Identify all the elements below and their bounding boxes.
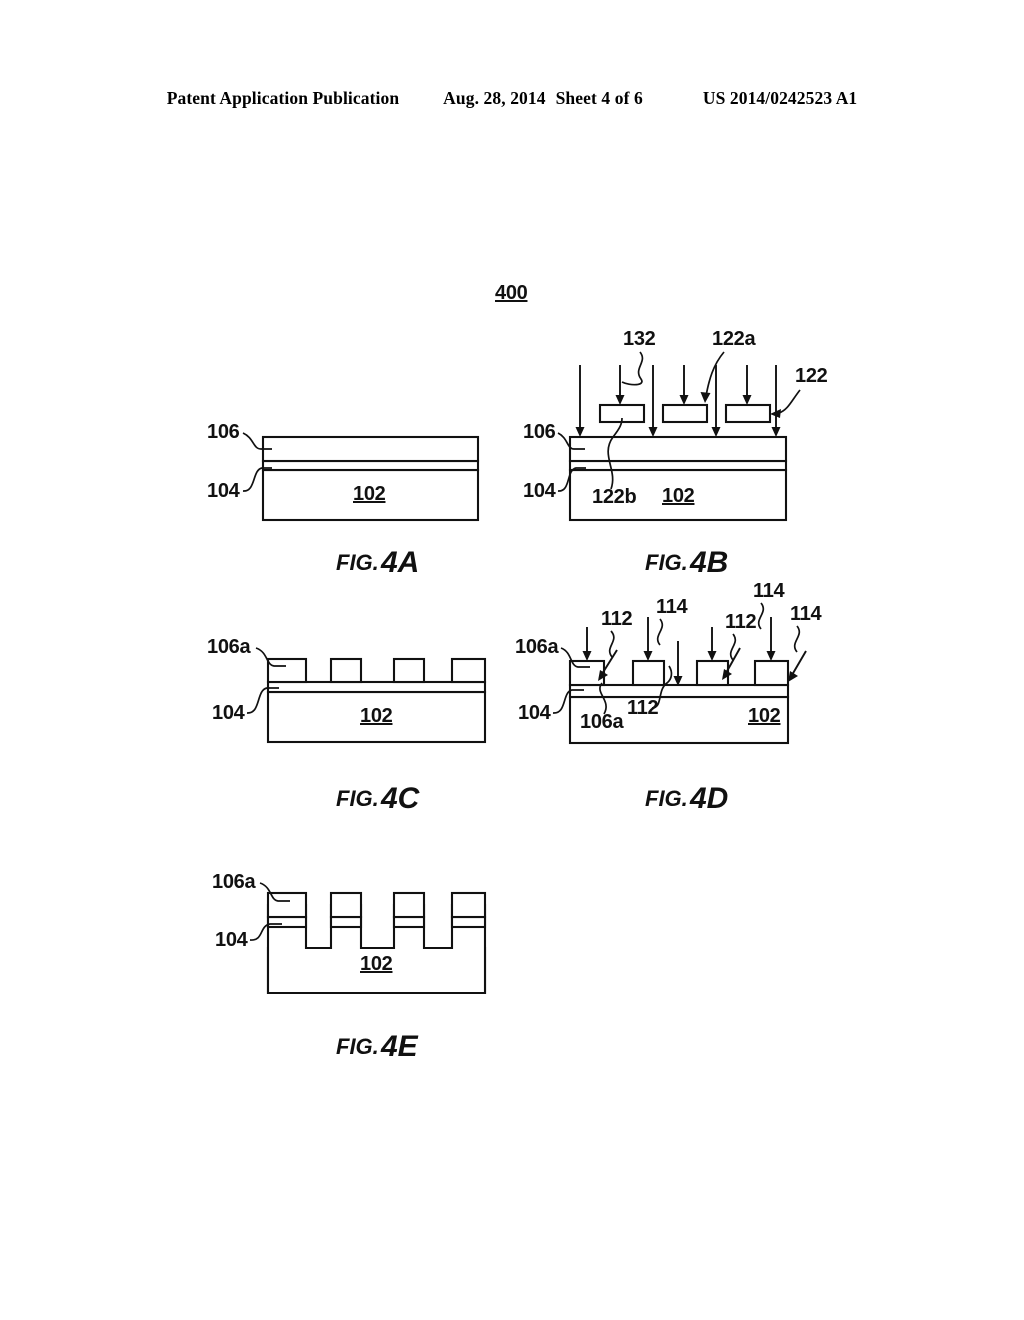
fig4c-block-4 bbox=[450, 657, 487, 684]
fig4b-arrowhead-long-3 bbox=[711, 427, 721, 437]
figure-4e: 102 106a 104 FIG. 4E bbox=[212, 871, 487, 1063]
fig4b-arrowhead-short-2 bbox=[679, 395, 689, 405]
fig4d-label-104: 104 bbox=[518, 702, 552, 724]
fig4d-label-114-a: 114 bbox=[656, 596, 689, 618]
fig4b-label-122: 122 bbox=[795, 365, 828, 387]
fig4d-label-106a-inner: 106a bbox=[580, 711, 624, 733]
drawing-svg: 400 102 106 104 FIG. 4A 102 132 122a 122… bbox=[207, 282, 828, 1063]
drawing-area: 400 102 106 104 FIG. 4A 102 132 122a 122… bbox=[0, 0, 1024, 1320]
fig4b-arrowhead-short-1 bbox=[615, 395, 625, 405]
fig4c-label-104: 104 bbox=[212, 702, 246, 724]
fig4b-mask-feature-3 bbox=[724, 403, 772, 424]
fig4b-label-102: 102 bbox=[662, 485, 695, 507]
fig4e-layer-104-pillar-1 bbox=[266, 915, 308, 929]
fig4a-caption-prefix: FIG. bbox=[336, 550, 379, 575]
fig4d-label-114-c: 114 bbox=[790, 603, 823, 625]
fig4e-caption-number: 4E bbox=[380, 1030, 419, 1063]
fig4c-caption-prefix: FIG. bbox=[336, 786, 379, 811]
fig4b-arrowhead-long-2 bbox=[648, 427, 658, 437]
fig4e-cap-106a-1 bbox=[266, 891, 308, 919]
fig4d-label-106a: 106a bbox=[515, 636, 559, 658]
fig4e-cap-106a-4 bbox=[450, 891, 487, 919]
fig4e-cap-106a-2 bbox=[329, 891, 363, 919]
fig4d-label-114-b: 114 bbox=[753, 580, 786, 602]
fig4a-layer-104 bbox=[261, 459, 480, 472]
fig4a-label-104: 104 bbox=[207, 480, 241, 502]
fig4b-label-104: 104 bbox=[523, 480, 557, 502]
figure-4d: 102 112 114 114 112 114 106a 112 106a 10… bbox=[515, 580, 823, 815]
fig4e-label-102: 102 bbox=[360, 953, 393, 975]
fig4d-diag-arrow-3 bbox=[791, 650, 807, 676]
fig4b-mask-feature-2 bbox=[661, 403, 709, 424]
fig4b-label-122a: 122a bbox=[712, 328, 756, 350]
fig4d-leader-114-c bbox=[793, 625, 801, 653]
fig4b-radiation-arrows-long bbox=[575, 365, 781, 437]
fig4e-cap-106a-3 bbox=[392, 891, 426, 919]
fig4a-label-106: 106 bbox=[207, 421, 240, 443]
sheet-reference-400: 400 bbox=[495, 282, 528, 304]
fig4d-caption-number: 4D bbox=[689, 782, 728, 815]
fig4d-leader-114-b bbox=[757, 602, 765, 630]
fig4c-block-2 bbox=[329, 657, 363, 684]
figure-4b: 102 132 122a 122 122b 106 104 FIG. 4B bbox=[523, 328, 828, 579]
fig4e-caption-prefix: FIG. bbox=[336, 1034, 379, 1059]
fig4c-layer-104 bbox=[266, 680, 487, 694]
fig4d-arrowhead-1 bbox=[582, 651, 592, 661]
fig4d-label-112-a: 112 bbox=[601, 608, 633, 630]
fig4d-block-2 bbox=[631, 659, 666, 687]
fig4b-arrowhead-long-1 bbox=[575, 427, 585, 437]
fig4e-layer-104-pillar-3 bbox=[392, 915, 426, 929]
fig4d-leader-112-a bbox=[608, 630, 615, 658]
figure-4a: 102 106 104 FIG. 4A bbox=[207, 421, 480, 579]
fig4d-block-4 bbox=[753, 659, 790, 687]
fig4d-arrowhead-3 bbox=[707, 651, 717, 661]
fig4b-leader-132 bbox=[621, 351, 644, 386]
fig4d-label-102: 102 bbox=[748, 705, 781, 727]
fig4e-label-104: 104 bbox=[215, 929, 249, 951]
fig4a-caption-number: 4A bbox=[380, 546, 419, 579]
fig4b-arrowhead-122a bbox=[700, 392, 711, 403]
fig4b-arrowhead-long-4 bbox=[771, 427, 781, 437]
fig4c-label-102: 102 bbox=[360, 705, 393, 727]
fig4b-layer-106 bbox=[568, 435, 788, 463]
fig4b-caption-prefix: FIG. bbox=[645, 550, 688, 575]
fig4c-caption-number: 4C bbox=[380, 782, 421, 815]
fig4b-leader-122 bbox=[778, 389, 801, 414]
fig4d-caption-prefix: FIG. bbox=[645, 786, 688, 811]
fig4b-layer-104 bbox=[568, 459, 788, 472]
patent-drawing-page: Patent Application Publication Aug. 28, … bbox=[0, 0, 1024, 1320]
fig4e-layer-104-pillar-2 bbox=[329, 915, 363, 929]
fig4b-arrowhead-short-3 bbox=[742, 395, 752, 405]
fig4b-label-132: 132 bbox=[623, 328, 656, 350]
fig4a-label-102: 102 bbox=[353, 483, 386, 505]
fig4e-label-106a: 106a bbox=[212, 871, 256, 893]
fig4d-label-112-b: 112 bbox=[725, 611, 757, 633]
fig4b-label-106: 106 bbox=[523, 421, 556, 443]
fig4b-leader-122a bbox=[705, 351, 725, 397]
fig4c-block-3 bbox=[392, 657, 426, 684]
fig4d-arrowhead-2 bbox=[643, 651, 653, 661]
fig4d-leader-114-a bbox=[656, 618, 664, 646]
fig4d-arrowhead-4 bbox=[766, 651, 776, 661]
fig4e-layer-104-pillar-4 bbox=[450, 915, 487, 929]
fig4c-label-106a: 106a bbox=[207, 636, 251, 658]
figure-4c: 102 106a 104 FIG. 4C bbox=[207, 636, 487, 815]
fig4c-block-1 bbox=[266, 657, 308, 684]
fig4b-label-122b: 122b bbox=[592, 486, 636, 508]
fig4a-layer-106 bbox=[261, 435, 480, 463]
fig4b-caption-number: 4B bbox=[689, 546, 728, 579]
